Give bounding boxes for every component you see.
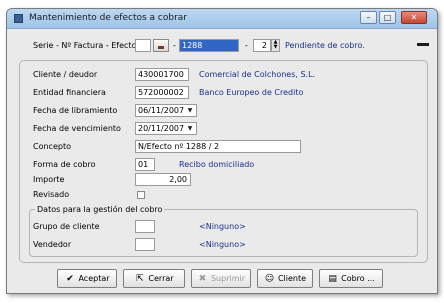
- grupo-cliente-label: Grupo de cliente: [33, 222, 100, 231]
- fecha-vencimiento-value: 20/11/2007: [138, 124, 185, 133]
- revisado-checkbox[interactable]: [137, 191, 145, 199]
- serie-input[interactable]: [135, 39, 151, 52]
- cobro-label: Cobro ...: [341, 274, 375, 283]
- entidad-name: Banco Europeo de Credito: [199, 88, 304, 97]
- main-window: Mantenimiento de efectos a cobrar – □ ✕ …: [6, 8, 438, 294]
- window-title: Mantenimiento de efectos a cobrar: [29, 13, 188, 23]
- grupo-cliente-name: <Ninguno>: [199, 222, 246, 231]
- exit-icon: ⇱: [136, 274, 144, 284]
- suprimir-button[interactable]: ✖ Suprimir: [191, 269, 251, 288]
- cerrar-button[interactable]: ⇱ Cerrar: [123, 269, 185, 288]
- separator-1: -: [173, 41, 176, 50]
- importe-input[interactable]: 2,00: [135, 173, 191, 186]
- title-bar: Mantenimiento de efectos a cobrar – □ ✕: [7, 9, 437, 29]
- fecha-vencimiento-label: Fecha de vencimiento: [33, 124, 121, 133]
- close-button[interactable]: ✕: [401, 11, 427, 24]
- fecha-libramiento-value: 06/11/2007: [138, 106, 185, 115]
- status-indicator: [417, 43, 429, 46]
- concepto-input[interactable]: N/Efecto nº 1288 / 2: [135, 140, 301, 153]
- lookup-icon: [158, 46, 164, 49]
- separator-2: -: [245, 41, 248, 50]
- maximize-button[interactable]: □: [379, 11, 396, 24]
- gestion-group: [29, 209, 418, 257]
- cliente-input[interactable]: 430001700: [135, 68, 189, 81]
- revisado-label: Revisado: [33, 190, 70, 199]
- gestion-group-title: Datos para la gestión del cobro: [35, 205, 165, 214]
- person-icon: ☺: [264, 274, 275, 284]
- spin-down-icon[interactable]: ▼: [272, 45, 279, 50]
- fecha-vencimiento-picker[interactable]: 20/11/2007 ▼: [135, 122, 197, 135]
- factura-input[interactable]: 1288: [179, 39, 239, 52]
- entidad-input[interactable]: 572000002: [135, 86, 189, 99]
- vendedor-name: <Ninguno>: [199, 240, 246, 249]
- serie-factura-label: Serie - Nº Factura - Efecto: [33, 41, 137, 50]
- check-icon: ✔: [66, 274, 74, 284]
- delete-icon: ✖: [198, 274, 207, 284]
- concepto-label: Concepto: [33, 142, 71, 151]
- efecto-input[interactable]: 2: [253, 39, 271, 52]
- app-icon: [14, 14, 23, 23]
- status-text: Pendiente de cobro.: [285, 41, 365, 50]
- grupo-cliente-input[interactable]: [135, 220, 155, 233]
- importe-label: Importe: [33, 175, 65, 184]
- aceptar-button[interactable]: ✔ Aceptar: [57, 269, 117, 288]
- suprimir-label: Suprimir: [210, 274, 246, 283]
- forma-cobro-name: Recibo domiciliado: [179, 160, 255, 169]
- aceptar-label: Aceptar: [78, 274, 110, 283]
- efecto-spinner[interactable]: ▲ ▼: [271, 39, 280, 52]
- entidad-label: Entidad financiera: [33, 88, 106, 97]
- forma-cobro-input[interactable]: 01: [135, 158, 155, 171]
- cliente-button[interactable]: ☺ Cliente: [257, 269, 313, 288]
- chevron-down-icon[interactable]: ▼: [185, 124, 195, 133]
- cerrar-label: Cerrar: [148, 274, 174, 283]
- fecha-libramiento-label: Fecha de libramiento: [33, 106, 118, 115]
- chevron-down-icon[interactable]: ▼: [185, 106, 195, 115]
- payment-icon: ▤: [328, 274, 337, 284]
- cliente-label: Cliente / deudor: [33, 70, 98, 79]
- cliente-name: Comercial de Colchones, S.L.: [199, 70, 316, 79]
- forma-cobro-label: Forma de cobro: [33, 160, 96, 169]
- serie-lookup-button[interactable]: [153, 39, 169, 52]
- fecha-libramiento-picker[interactable]: 06/11/2007 ▼: [135, 104, 197, 117]
- cliente-button-label: Cliente: [277, 274, 307, 283]
- vendedor-label: Vendedor: [33, 240, 72, 249]
- vendedor-input[interactable]: [135, 238, 155, 251]
- cobro-button[interactable]: ▤ Cobro ...: [319, 269, 383, 288]
- minimize-button[interactable]: –: [360, 11, 377, 24]
